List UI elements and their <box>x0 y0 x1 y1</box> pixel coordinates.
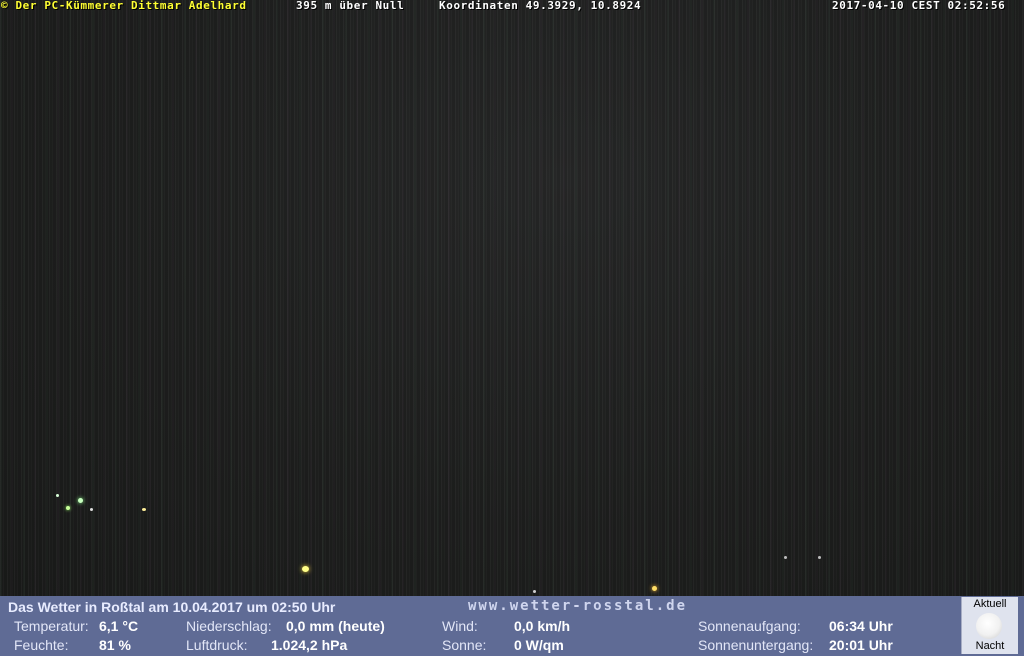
humidity-value: 81 % <box>99 637 131 653</box>
webcam-image <box>0 0 1024 596</box>
sunrise-value: 06:34 Uhr <box>829 618 893 634</box>
distant-light <box>533 590 536 593</box>
camera-overlay: © Der PC-Kümmerer Dittmar Adelhard 395 m… <box>0 0 1024 12</box>
copyright-text: © Der PC-Kümmerer Dittmar Adelhard <box>1 0 247 12</box>
distant-light <box>784 556 787 559</box>
coordinates-text: Koordinaten 49.3929, 10.8924 <box>439 0 642 12</box>
timestamp-text: 2017-04-10 CEST 02:52:56 <box>832 0 1006 12</box>
weather-title: Das Wetter in Roßtal am 10.04.2017 um 02… <box>8 599 336 615</box>
weather-info-bar: Das Wetter in Roßtal am 10.04.2017 um 02… <box>0 596 1024 656</box>
sunset-value: 20:01 Uhr <box>829 637 893 653</box>
moon-caption-top: Aktuell <box>973 598 1007 610</box>
distant-light <box>142 508 146 511</box>
precipitation-value: 0,0 mm (heute) <box>286 618 385 634</box>
distant-light <box>818 556 821 559</box>
sunset-label: Sonnenuntergang: <box>698 637 814 653</box>
distant-light <box>90 508 93 511</box>
distant-light <box>56 494 59 497</box>
pressure-value: 1.024,2 hPa <box>271 637 348 653</box>
distant-light <box>652 586 657 591</box>
temperature-label: Temperatur: <box>14 618 89 634</box>
sunrise-label: Sonnenaufgang: <box>698 618 801 634</box>
humidity-label: Feuchte: <box>14 637 69 653</box>
wind-value: 0,0 km/h <box>514 618 571 634</box>
moon-phase-panel: Aktuell Nacht <box>961 597 1018 654</box>
wind-label: Wind: <box>442 618 478 634</box>
altitude-text: 395 m über Null <box>296 0 405 12</box>
pressure-label: Luftdruck: <box>186 637 248 653</box>
precipitation-label: Niederschlag: <box>186 618 272 634</box>
full-moon-icon <box>976 613 1002 639</box>
website-link[interactable]: www.wetter-rosstal.de <box>468 598 687 614</box>
moon-caption-bottom: Nacht <box>975 640 1005 652</box>
sun-value: 0 W/qm <box>514 637 564 653</box>
temperature-value: 6,1 °C <box>99 618 139 634</box>
sun-label: Sonne: <box>442 637 487 653</box>
distant-light <box>78 498 83 503</box>
distant-light <box>302 566 309 572</box>
distant-light <box>66 506 70 510</box>
